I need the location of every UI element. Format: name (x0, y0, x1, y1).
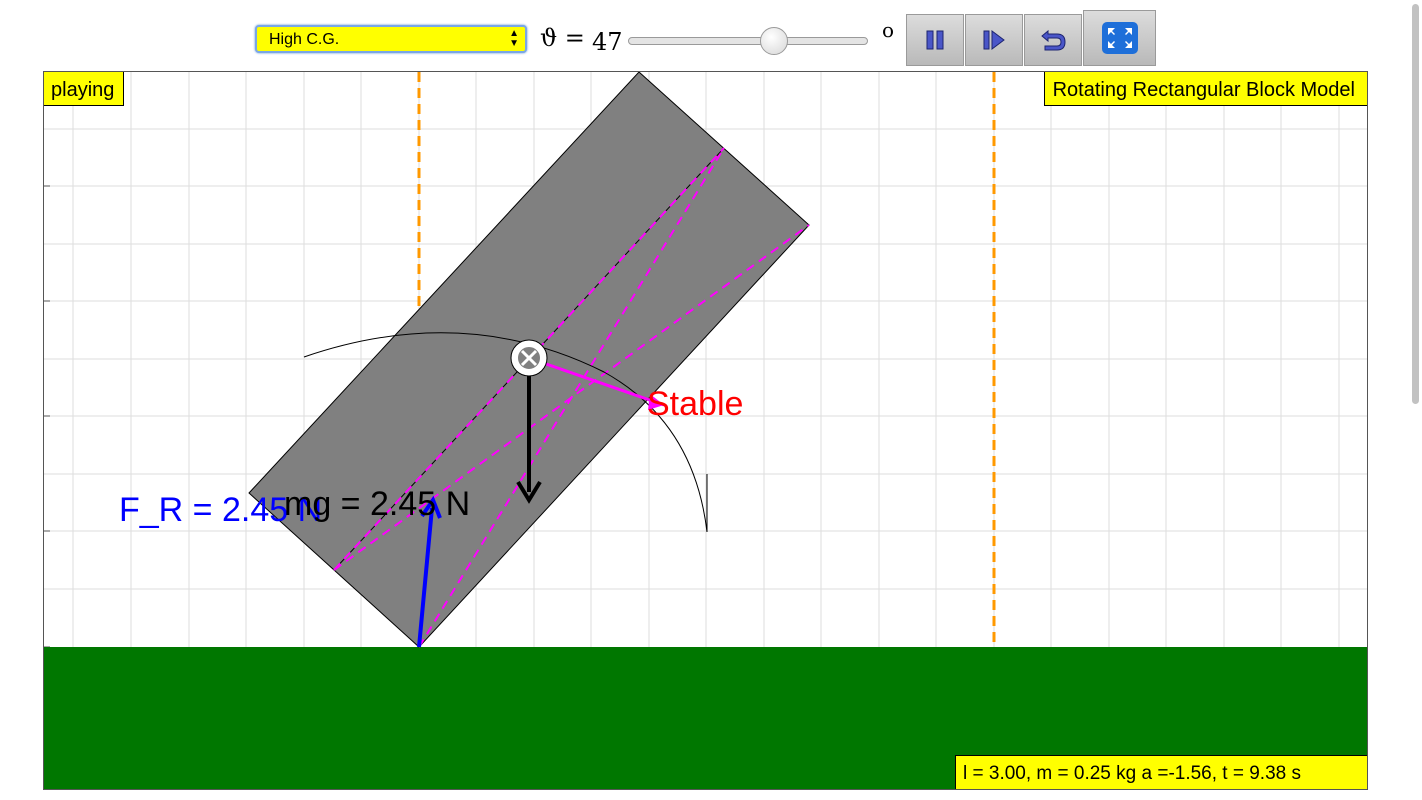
pause-button[interactable] (906, 14, 964, 66)
preset-select[interactable]: High C.G. ▲ ▼ (255, 25, 527, 53)
reset-icon (1041, 29, 1066, 51)
degree-unit: o (882, 18, 895, 42)
theta-label: ϑ = (540, 24, 585, 52)
model-title: Rotating Rectangular Block Model (1043, 72, 1367, 106)
center-of-gravity-icon[interactable] (510, 339, 548, 377)
simulation-canvas[interactable]: F_R = 2.45 N mg = 2.45 N Stable playing … (43, 71, 1368, 790)
step-forward-icon (983, 30, 1005, 50)
preset-select-value: High C.G. (269, 31, 340, 48)
reset-button[interactable] (1024, 14, 1082, 66)
theta-value: 47 (592, 28, 623, 56)
weight-label: mg = 2.45 N (284, 485, 470, 523)
pause-icon (926, 30, 944, 50)
state-readout: l = 3.00, m = 0.25 kg a =-1.56, t = 9.38… (955, 755, 1367, 789)
stability-label: Stable (647, 385, 743, 423)
step-button[interactable] (965, 14, 1023, 66)
theta-slider-thumb[interactable] (760, 27, 788, 55)
status-badge: playing (44, 72, 125, 106)
theta-slider[interactable] (628, 37, 868, 45)
fullscreen-button[interactable] (1083, 10, 1156, 66)
fullscreen-icon (1101, 22, 1138, 54)
page-scrollbar[interactable] (1412, 4, 1419, 404)
select-arrows-icon: ▲ ▼ (509, 28, 519, 49)
